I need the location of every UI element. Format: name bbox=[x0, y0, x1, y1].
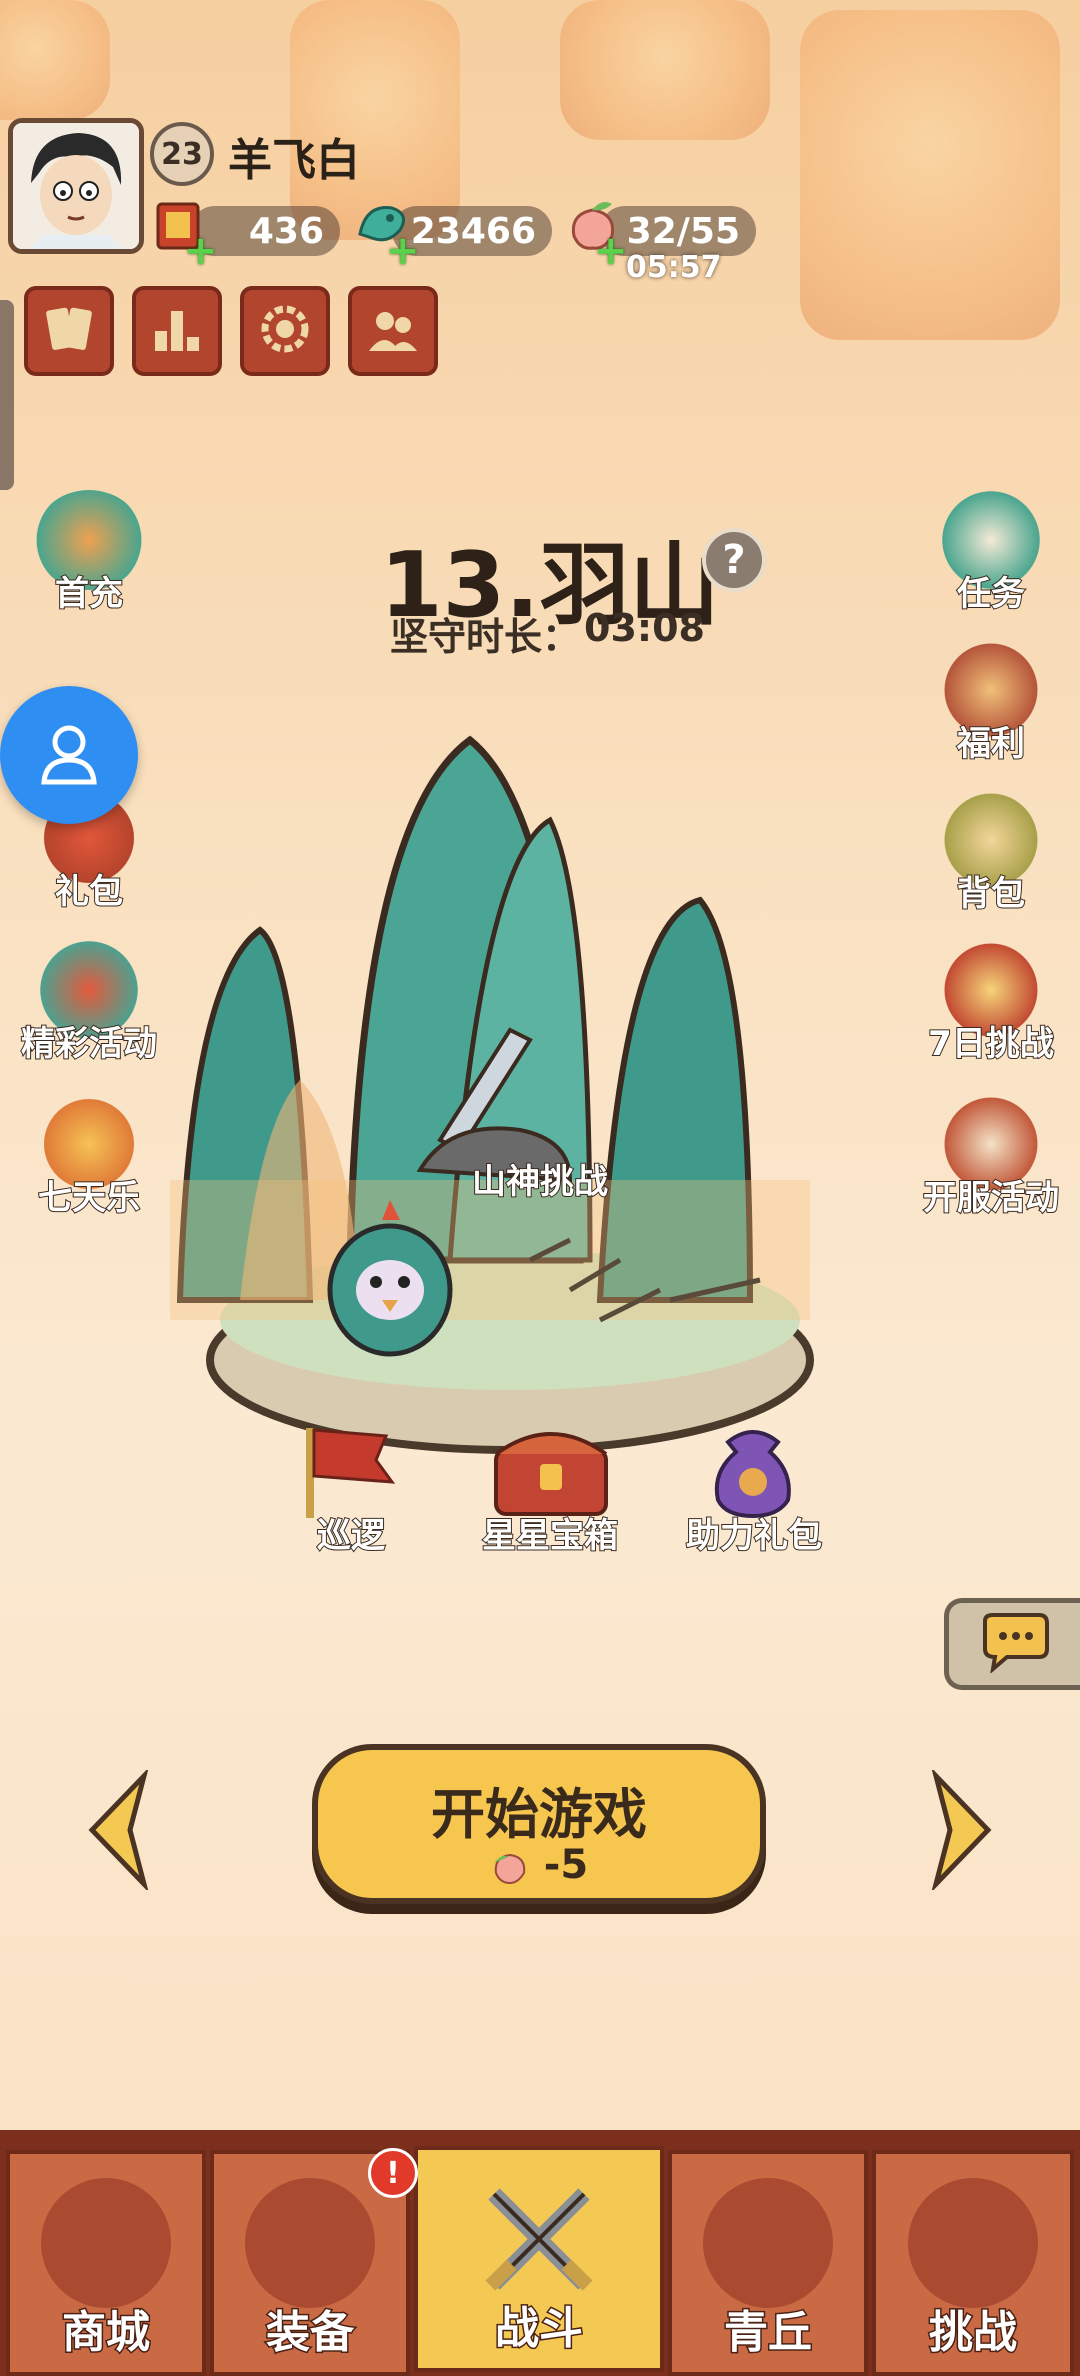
side-entry-first-charge[interactable]: 首充 bbox=[14, 490, 164, 615]
patrol-flag-icon[interactable] bbox=[296, 1420, 406, 1520]
floating-assistant-button[interactable] bbox=[0, 686, 138, 824]
side-entry-label: 精彩活动 bbox=[20, 1023, 158, 1065]
assist-gift-label[interactable]: 助力礼包 bbox=[672, 1508, 836, 1557]
next-stage-arrow-icon[interactable] bbox=[926, 1767, 996, 1893]
equipment-alert-badge-icon: ! bbox=[368, 2148, 418, 2198]
ranking-icon bbox=[147, 299, 207, 363]
previous-stage-arrow-icon[interactable] bbox=[84, 1767, 154, 1893]
side-entry-label: 七天乐 bbox=[37, 1177, 141, 1219]
patrol-label[interactable]: 巡逻 bbox=[296, 1508, 406, 1557]
stamina-timer: 05:57 bbox=[626, 250, 722, 285]
side-drawer-handle[interactable] bbox=[0, 300, 14, 490]
side-entry-seven-day-challenge[interactable]: 7日挑战 bbox=[916, 940, 1066, 1065]
ranking-button[interactable] bbox=[132, 286, 222, 376]
star-chest-icon[interactable] bbox=[488, 1420, 614, 1520]
start-game-label: 开始游戏 bbox=[431, 1783, 647, 1846]
cards-button[interactable] bbox=[24, 286, 114, 376]
help-question-icon[interactable]: ? bbox=[702, 528, 766, 592]
tab-challenge[interactable]: 挑战 bbox=[872, 2150, 1074, 2376]
side-entry-label: 开服活动 bbox=[922, 1177, 1060, 1219]
star-chest-label[interactable]: 星星宝箱 bbox=[470, 1508, 630, 1557]
start-game-cost: -5 bbox=[318, 1842, 760, 1888]
user-icon bbox=[34, 718, 104, 792]
friends-icon bbox=[363, 299, 423, 363]
side-entry-label: 首充 bbox=[54, 573, 124, 615]
peach-cost-icon bbox=[490, 1849, 530, 1885]
player-name: 羊飞白 bbox=[228, 135, 360, 186]
side-entry-label: 礼包 bbox=[54, 871, 124, 913]
assist-gift-bag-icon[interactable] bbox=[698, 1412, 808, 1522]
shop-pavilion-icon bbox=[41, 2178, 171, 2308]
tab-label: 装备 bbox=[265, 2306, 356, 2360]
mountain-god-challenge-button[interactable]: 山神挑战 bbox=[450, 1154, 630, 1203]
chat-button[interactable] bbox=[944, 1598, 1080, 1690]
crossed-swords-icon bbox=[474, 2174, 604, 2304]
tab-label: 挑战 bbox=[928, 2306, 1019, 2360]
lantern-decoration bbox=[560, 0, 770, 140]
side-entry-label: 背包 bbox=[956, 873, 1026, 915]
side-entry-server-event[interactable]: 开服活动 bbox=[916, 1094, 1066, 1219]
add-stamina-button[interactable]: + bbox=[594, 231, 628, 271]
hold-duration: 坚守时长： 03:08 bbox=[390, 606, 705, 661]
player-level-badge: 23 bbox=[150, 122, 214, 186]
settings-button[interactable] bbox=[240, 286, 330, 376]
compass-disc-icon bbox=[908, 2178, 1038, 2308]
start-game-button[interactable]: 开始游戏 -5 bbox=[312, 1744, 766, 1904]
add-jade-button[interactable]: + bbox=[386, 231, 420, 271]
friends-button[interactable] bbox=[348, 286, 438, 376]
tab-label: 青丘 bbox=[723, 2306, 814, 2360]
side-entry-seven-day-joy[interactable]: 七天乐 bbox=[14, 1094, 164, 1219]
side-entry-tasks[interactable]: 任务 bbox=[916, 490, 1066, 615]
mountain-peak-icon bbox=[703, 2178, 833, 2308]
tab-shop[interactable]: 商城 bbox=[6, 2150, 206, 2376]
mountain-island-scene bbox=[170, 735, 814, 1454]
side-entry-label: 福利 bbox=[956, 723, 1026, 765]
hold-duration-label: 坚守时长： bbox=[390, 615, 581, 659]
side-entry-label: 7日挑战 bbox=[927, 1023, 1055, 1065]
lantern-decoration bbox=[0, 0, 110, 120]
start-game-cost-value: -5 bbox=[543, 1842, 589, 1888]
add-scroll-button[interactable]: + bbox=[184, 231, 218, 271]
tab-label: 战斗 bbox=[494, 2302, 585, 2356]
settings-gear-icon bbox=[255, 299, 315, 363]
side-entry-events[interactable]: 精彩活动 bbox=[14, 940, 164, 1065]
chat-bubble-icon bbox=[977, 1611, 1053, 1677]
helmet-icon bbox=[245, 2178, 375, 2308]
tab-battle[interactable]: 战斗 bbox=[414, 2146, 664, 2372]
tab-qingqiu[interactable]: 青丘 bbox=[668, 2150, 868, 2376]
player-avatar[interactable] bbox=[8, 118, 144, 254]
side-entry-welfare[interactable]: 福利 bbox=[916, 640, 1066, 765]
side-entry-label: 任务 bbox=[956, 573, 1026, 615]
cards-icon bbox=[39, 299, 99, 363]
tab-label: 商城 bbox=[61, 2306, 152, 2360]
hold-duration-time: 03:08 bbox=[584, 606, 705, 650]
side-entry-backpack[interactable]: 背包 bbox=[916, 790, 1066, 915]
lantern-decoration bbox=[800, 10, 1060, 340]
